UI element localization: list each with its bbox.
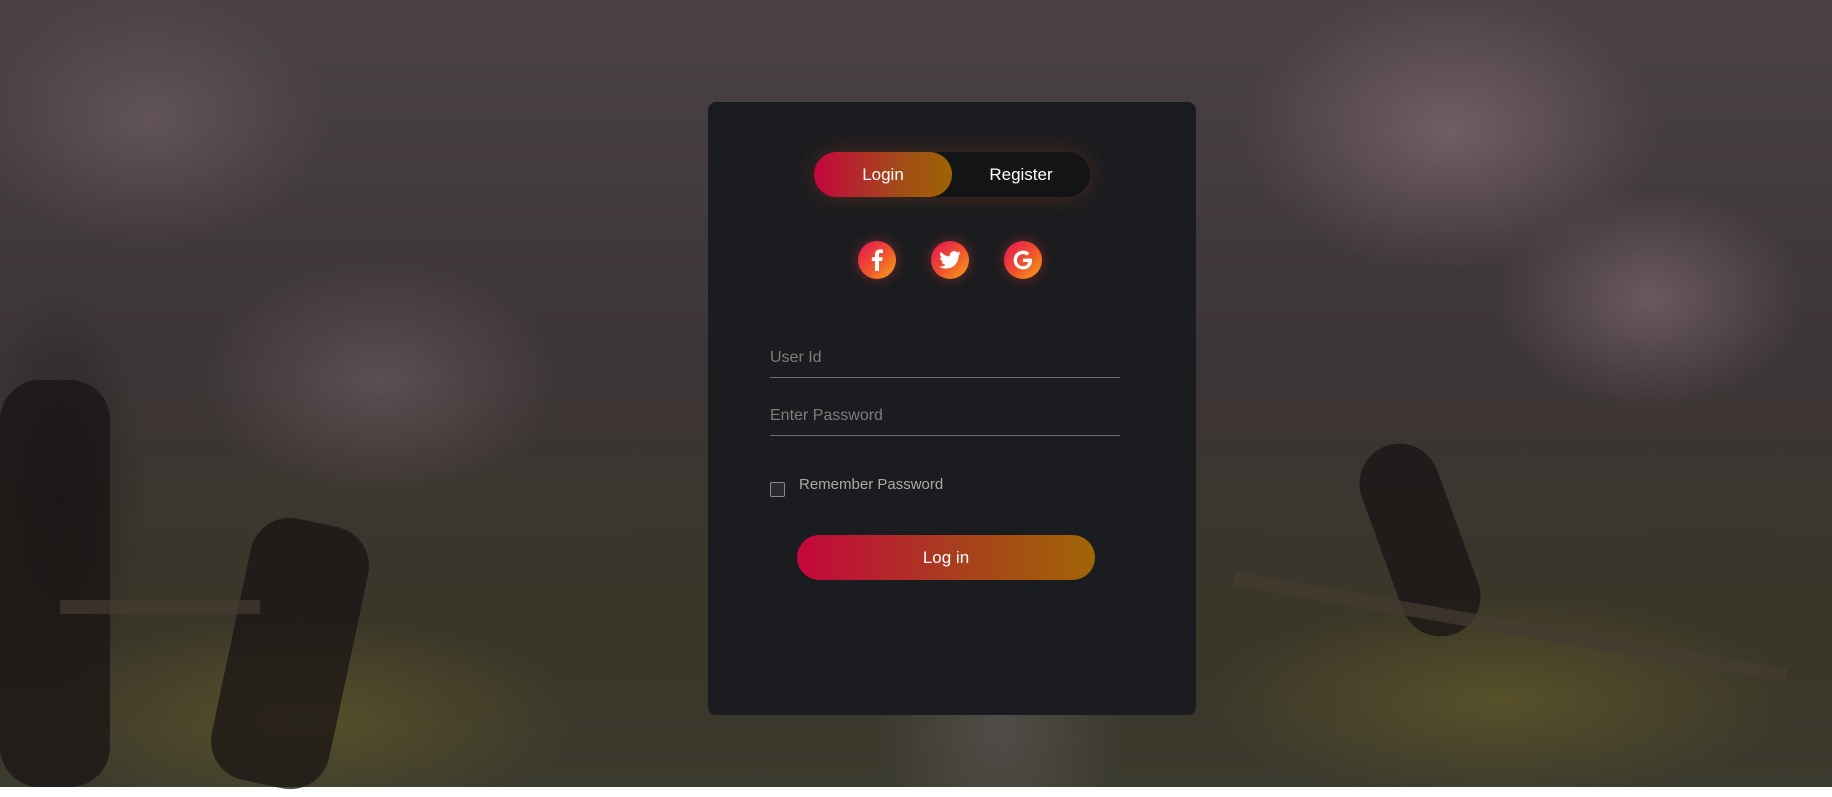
twitter-icon[interactable] <box>931 241 969 279</box>
tree-trunk <box>0 380 110 787</box>
login-button[interactable]: Log in <box>797 535 1095 580</box>
fence <box>60 600 260 614</box>
password-input[interactable] <box>770 396 1120 436</box>
social-login-group <box>858 241 1048 281</box>
facebook-icon[interactable] <box>858 241 896 279</box>
remember-password-label: Remember Password <box>799 475 944 493</box>
google-icon[interactable] <box>1004 241 1042 279</box>
fence <box>1233 571 1787 683</box>
tab-register[interactable]: Register <box>952 152 1090 197</box>
user-id-input[interactable] <box>770 338 1120 378</box>
tab-login[interactable]: Login <box>814 152 952 197</box>
remember-password-row: Remember Password <box>770 474 944 497</box>
login-card: Login Register Remember Password Log in <box>708 102 1196 715</box>
tree-trunk <box>203 510 377 797</box>
auth-toggle: Login Register <box>814 152 1090 197</box>
remember-password-checkbox[interactable] <box>770 481 785 497</box>
